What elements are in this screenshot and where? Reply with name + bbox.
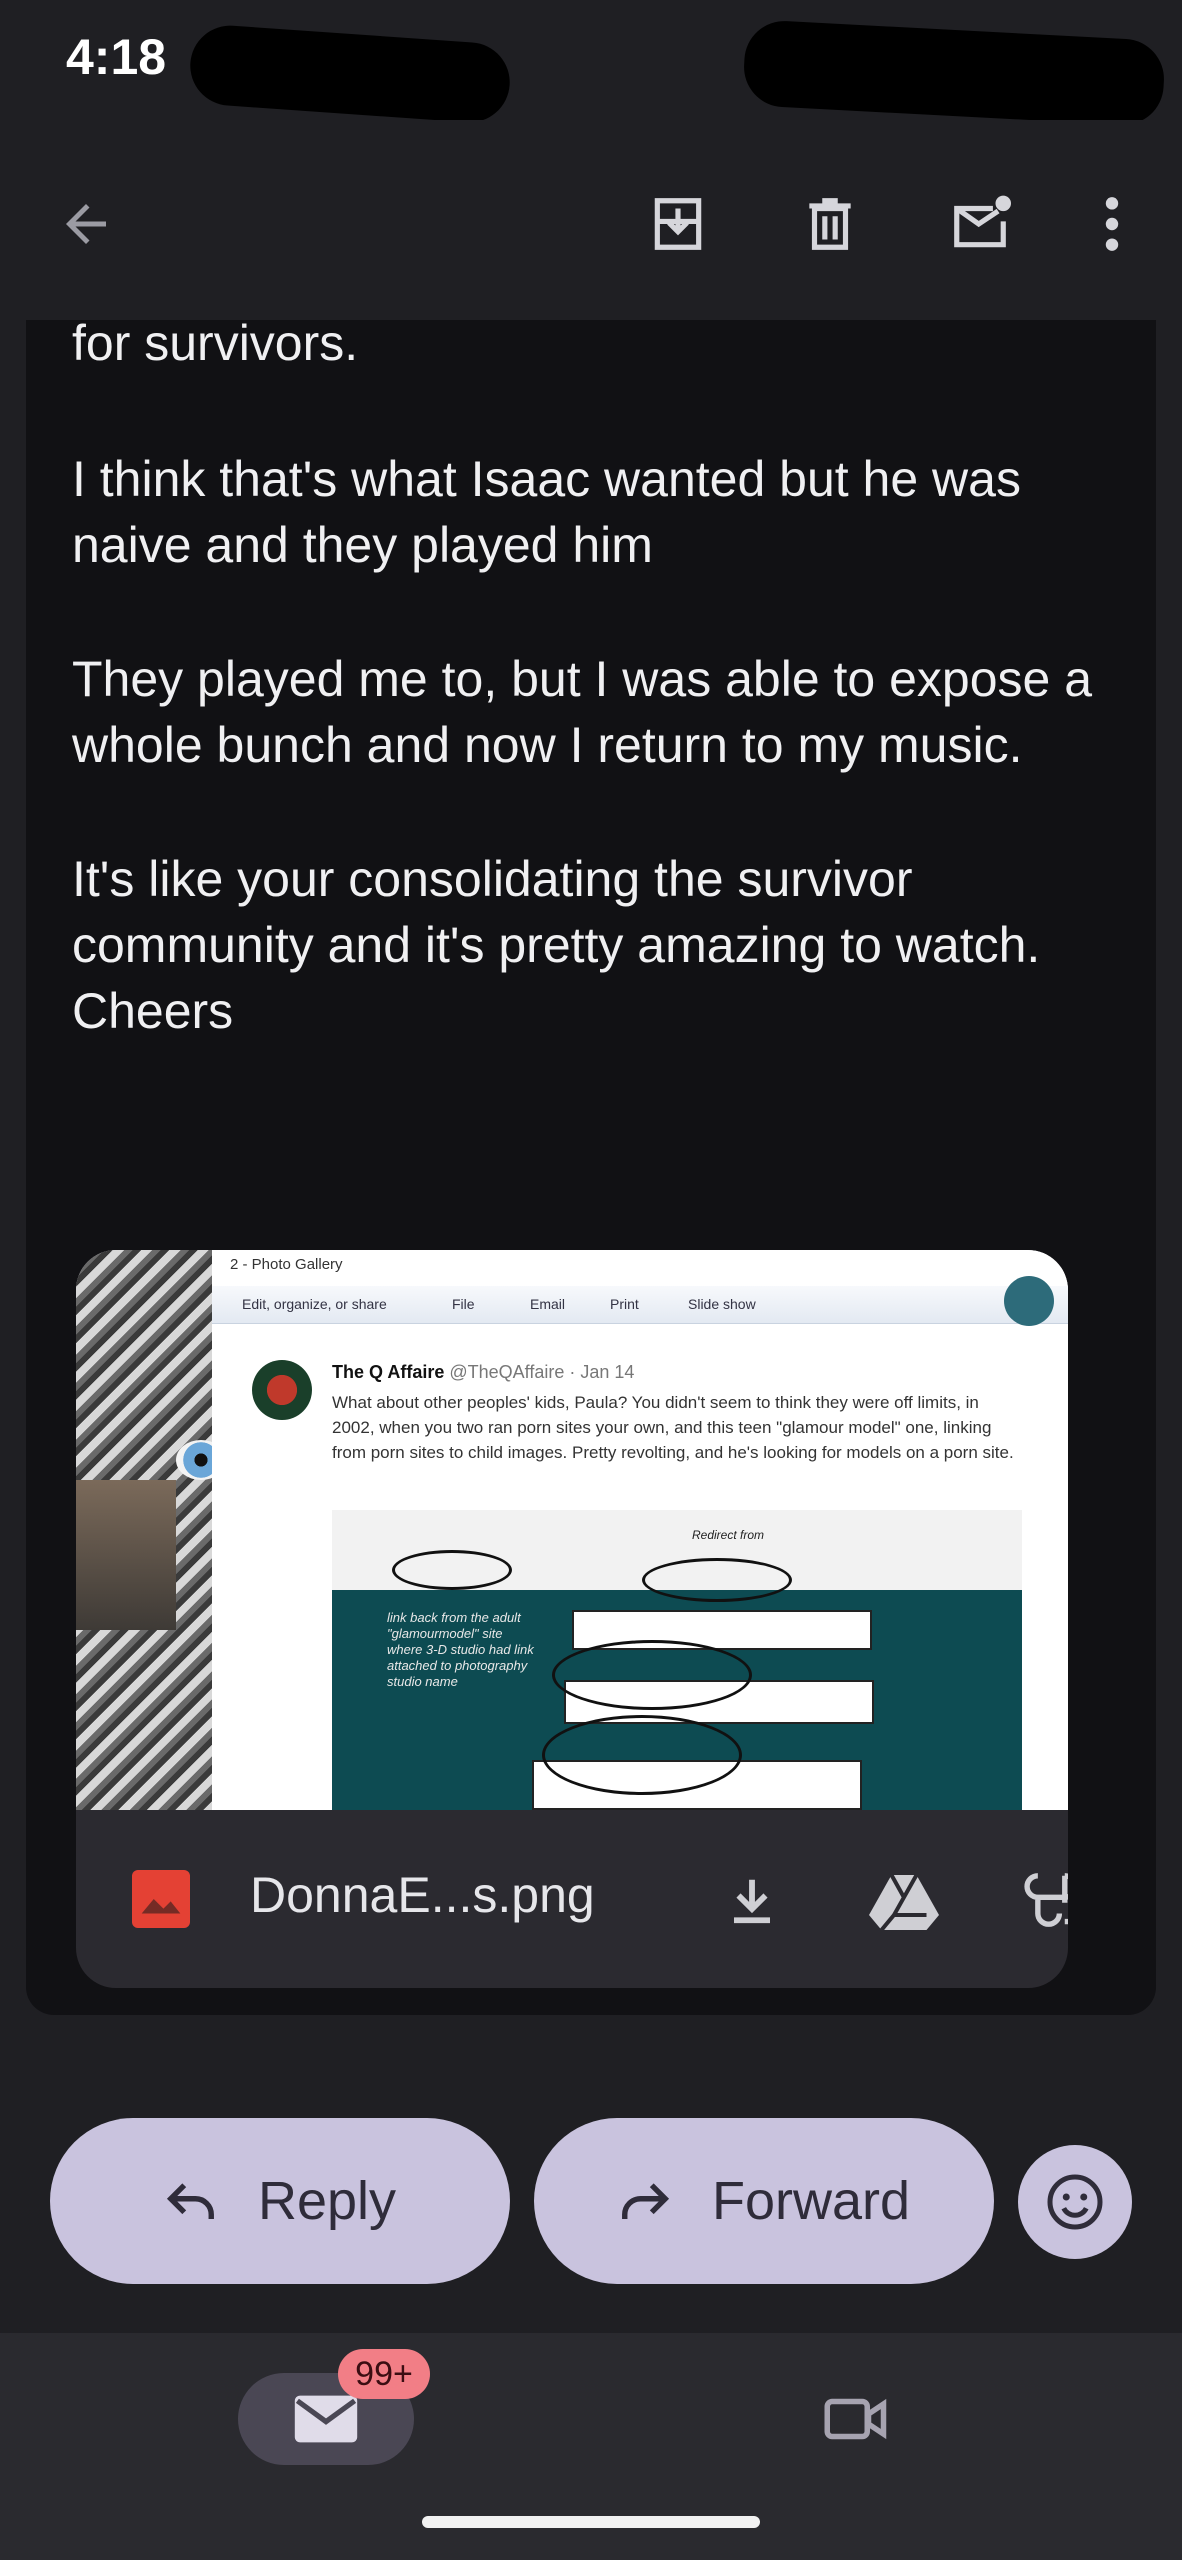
email-toolbar: [0, 120, 1182, 320]
add-to-photos-icon: [1024, 1873, 1068, 1927]
preview-webcam: [76, 1480, 176, 1630]
preview-menu-item: Edit, organize, or share: [242, 1296, 387, 1312]
preview-tweet-header: The Q Affaire @TheQAffaire · Jan 14: [332, 1362, 634, 1383]
download-icon: [734, 1879, 770, 1924]
preview-menu-item: Print: [610, 1296, 639, 1312]
archive-icon: [654, 198, 702, 250]
add-to-photos-button[interactable]: [1014, 1860, 1068, 1940]
preview-logo-icon: [1004, 1276, 1054, 1326]
preview-tweet-avatar: [252, 1360, 312, 1420]
reply-icon: [164, 2178, 218, 2224]
attachment-file-bar: DonnaE...s.png: [76, 1810, 1068, 1988]
redaction-left: [187, 22, 513, 126]
archive-button[interactable]: [638, 184, 718, 264]
preview-tweet-text: What about other peoples' kids, Paula? Y…: [332, 1393, 1014, 1462]
message-paragraph: They played me to, but I was able to exp…: [72, 651, 1093, 773]
trash-icon: [809, 198, 851, 250]
more-vert-icon: [1105, 197, 1119, 251]
message-paragraph: I think that's what Isaac wanted but he …: [72, 451, 1021, 573]
reply-label: Reply: [257, 2171, 397, 2231]
status-bar: 4:18: [0, 0, 1182, 127]
preview-oval: [552, 1640, 752, 1710]
attachment-preview[interactable]: 2 - Photo Gallery Edit, organize, or sha…: [76, 1250, 1068, 1810]
preview-oval: [392, 1550, 512, 1590]
mark-unread-icon: [954, 195, 1011, 248]
preview-menu: Edit, organize, or share File Email Prin…: [212, 1286, 1068, 1324]
preview-menu-item: File: [452, 1296, 475, 1312]
message-paragraph: It's like your consolidating the survivo…: [72, 851, 1041, 1039]
preview-window-title: 2 - Photo Gallery: [230, 1256, 343, 1273]
attachment-file-name[interactable]: DonnaE...s.png: [250, 1866, 595, 1924]
preview-oval: [542, 1715, 742, 1795]
back-button[interactable]: [46, 184, 126, 264]
preview-oval: [642, 1558, 792, 1602]
reply-button[interactable]: Reply: [50, 2118, 510, 2284]
delete-button[interactable]: [790, 184, 870, 264]
nav-meet-tab[interactable]: [816, 2379, 896, 2459]
google-drive-icon: [869, 1874, 939, 1930]
preview-annotation: link back from the adult "glamourmodel" …: [387, 1610, 534, 1689]
mark-unread-button[interactable]: [940, 184, 1020, 264]
mail-icon: [294, 2395, 358, 2443]
status-time: 4:18: [66, 29, 167, 85]
forward-icon: [618, 2178, 672, 2224]
preview-tweet-image: Redirect from link back from the adult "…: [332, 1510, 1022, 1810]
redaction-right: [742, 19, 1166, 127]
emoji-reaction-button[interactable]: [1018, 2145, 1132, 2259]
preview-tweet-handle: @TheQAffaire · Jan 14: [449, 1362, 635, 1382]
preview-redirect-label: Redirect from: [692, 1528, 765, 1542]
image-file-icon: [132, 1870, 190, 1928]
unread-count-badge: 99+: [338, 2349, 430, 2399]
more-options-button[interactable]: [1072, 184, 1152, 264]
smiley-icon: [1047, 2174, 1103, 2230]
save-to-drive-button[interactable]: [864, 1860, 944, 1940]
preview-window: 2 - Photo Gallery Edit, organize, or sha…: [212, 1250, 1068, 1810]
message-card: for survivors. I think that's what Isaac…: [26, 315, 1156, 2015]
preview-menu-item: Email: [530, 1296, 566, 1312]
forward-label: Forward: [711, 2171, 911, 2231]
message-body: for survivors. I think that's what Isaac…: [72, 315, 1112, 1112]
forward-button[interactable]: Forward: [534, 2118, 994, 2284]
preview-menu-item: Slide show: [688, 1296, 756, 1312]
download-button[interactable]: [712, 1860, 792, 1940]
home-indicator[interactable]: [422, 2516, 760, 2528]
preview-tweet-author: The Q Affaire: [332, 1362, 445, 1382]
video-camera-icon: [824, 2398, 887, 2440]
attachment-card[interactable]: 2 - Photo Gallery Edit, organize, or sha…: [76, 1250, 1068, 1988]
message-paragraph: for survivors.: [72, 315, 359, 371]
arrow-back-icon: [66, 204, 106, 244]
